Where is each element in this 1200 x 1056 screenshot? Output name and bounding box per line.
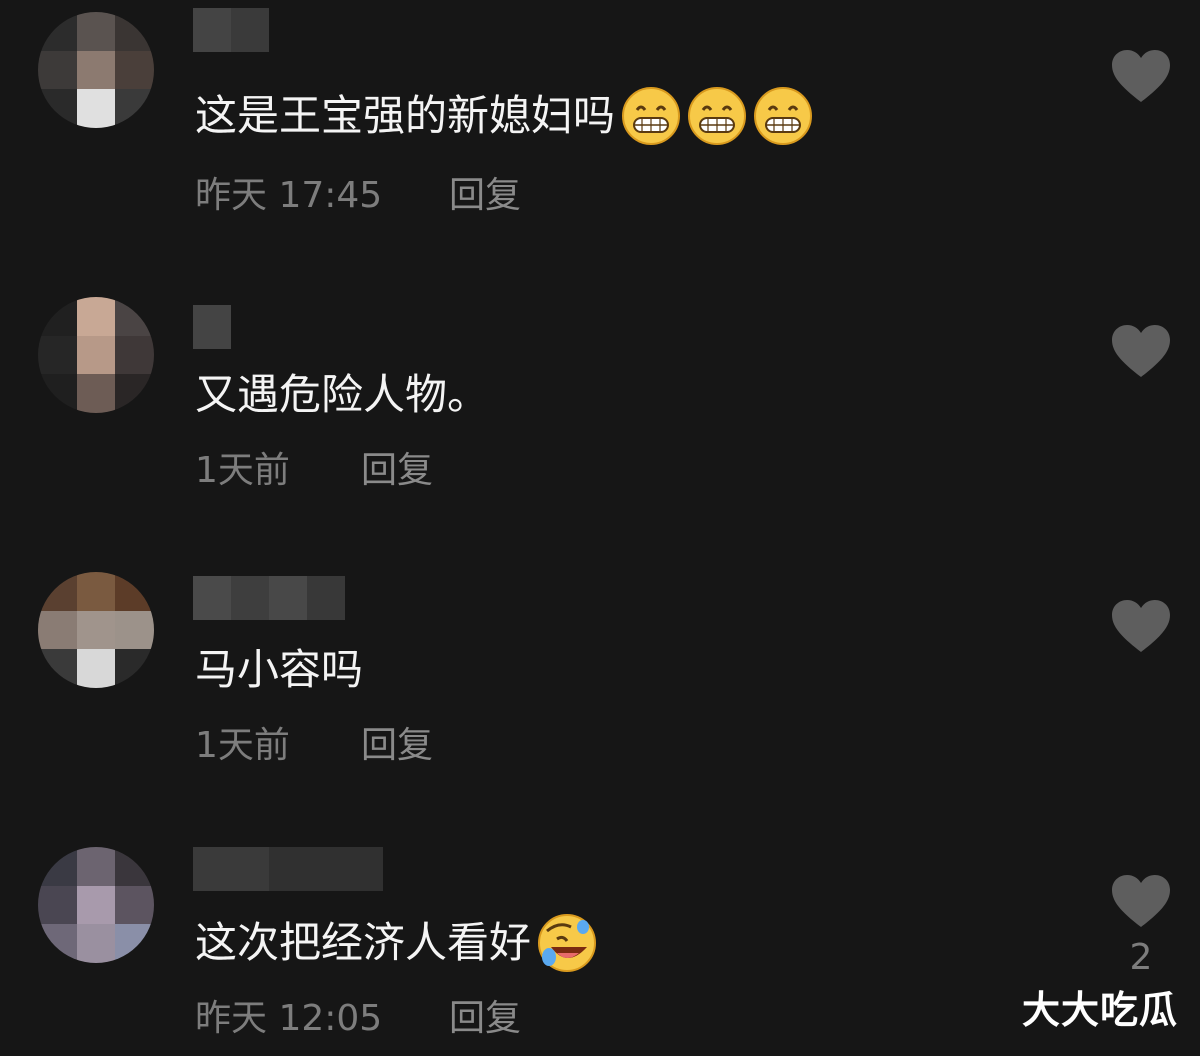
comment-meta: 昨天 17:45 回复	[195, 172, 521, 220]
rolling-laugh-emoji-icon	[538, 914, 597, 972]
timestamp: 1天前	[195, 450, 290, 491]
reply-button[interactable]: 回复	[449, 172, 521, 220]
username-blurred[interactable]	[193, 847, 383, 891]
reply-button[interactable]: 回复	[449, 995, 521, 1043]
comment-meta: 1天前 回复	[195, 722, 433, 770]
comment-item: 这是王宝强的新媳妇吗 昨天 17:45 回复	[0, 0, 1200, 270]
avatar[interactable]	[38, 847, 154, 963]
comment-item: 又遇危险人物。 1天前 回复	[0, 275, 1200, 545]
comment-body: 又遇危险人物。	[195, 370, 490, 419]
comment-body: 这次把经济人看好	[195, 918, 532, 967]
avatar[interactable]	[38, 297, 154, 413]
comment-meta: 1天前 回复	[195, 447, 433, 495]
heart-icon[interactable]	[1110, 873, 1172, 929]
like-count: 2	[1129, 937, 1153, 978]
comment-text: 这次把经济人看好	[195, 913, 597, 973]
username-blurred[interactable]	[193, 305, 231, 349]
comment-item: 这次把经济人看好 昨天 12:05 回复 2	[0, 825, 1200, 1056]
comment-text: 这是王宝强的新媳妇吗	[195, 86, 813, 146]
heart-icon[interactable]	[1110, 598, 1172, 654]
comment-text: 又遇危险人物。	[195, 367, 489, 423]
heart-icon[interactable]	[1110, 323, 1172, 379]
comment-text: 马小容吗	[195, 642, 363, 698]
reply-button[interactable]: 回复	[361, 722, 433, 770]
grin-emoji-icon	[754, 87, 813, 145]
grin-emoji-icon	[688, 87, 747, 145]
heart-icon[interactable]	[1110, 48, 1172, 104]
username-blurred[interactable]	[193, 8, 269, 52]
watermark: 大大吃瓜	[1021, 988, 1178, 1032]
grin-emoji-icon	[622, 87, 681, 145]
timestamp: 昨天 12:05	[195, 998, 383, 1039]
comment-item: 马小容吗 1天前 回复	[0, 550, 1200, 820]
username-blurred[interactable]	[193, 576, 345, 620]
comment-meta: 昨天 12:05 回复	[195, 995, 521, 1043]
comment-body: 这是王宝强的新媳妇吗	[195, 91, 616, 140]
reply-button[interactable]: 回复	[361, 447, 433, 495]
comment-list: 这是王宝强的新媳妇吗 昨天 17:45 回复 又遇危险人物。 1天前 回复 马小…	[0, 0, 1200, 1056]
timestamp: 昨天 17:45	[195, 175, 383, 216]
comment-body: 马小容吗	[195, 645, 364, 694]
avatar[interactable]	[38, 572, 154, 688]
avatar[interactable]	[38, 12, 154, 128]
timestamp: 1天前	[195, 725, 290, 766]
